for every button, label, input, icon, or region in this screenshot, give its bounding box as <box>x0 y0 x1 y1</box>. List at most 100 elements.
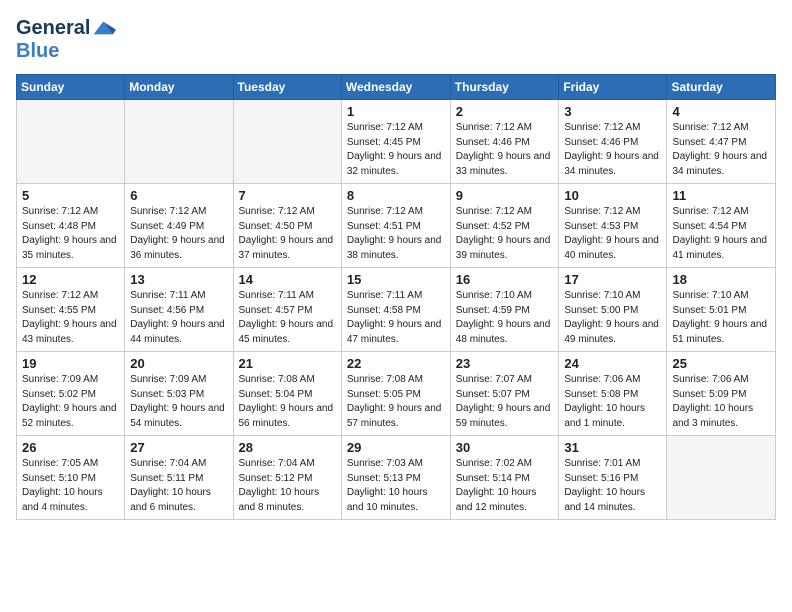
calendar-cell: 13Sunrise: 7:11 AM Sunset: 4:56 PM Dayli… <box>125 268 233 352</box>
calendar-cell: 25 Sunrise: 7:06 AM Sunset: 5:09 PM Dayli… <box>667 352 776 436</box>
day-info: Sunrise: 7:11 AM Sunset: 4:58 PM Dayligh… <box>347 289 445 347</box>
day-number: 3 <box>564 104 661 119</box>
week-row-1: 5 Sunrise: 7:12 AM Sunset: 4:48 PM Daylig… <box>17 184 776 268</box>
day-number: 20 <box>130 356 227 371</box>
day-number: 22 <box>347 356 445 371</box>
day-number: 19 <box>22 356 119 371</box>
week-row-4: 26Sunrise: 7:05 AM Sunset: 5:10 PM Dayli… <box>17 436 776 520</box>
weekday-header-row: SundayMondayTuesdayWednesdayThursdayFrid… <box>17 75 776 100</box>
day-number: 27 <box>130 440 227 455</box>
day-info: Sunrise: 7:12 AM Sunset: 4:52 PM Dayligh… <box>456 205 554 263</box>
day-info: Sunrise: 7:06 AM Sunset: 5:08 PM Dayligh… <box>564 373 661 431</box>
day-number: 1 <box>347 104 445 119</box>
day-number: 9 <box>456 188 554 203</box>
day-info: Sunrise: 7:01 AM Sunset: 5:16 PM Dayligh… <box>564 457 661 515</box>
logo-blue: Blue <box>16 40 59 62</box>
calendar-cell: 19 Sunrise: 7:09 AM Sunset: 5:02 PM Dayli… <box>17 352 125 436</box>
week-row-0: 1 Sunrise: 7:12 AM Sunset: 4:45 PM Daylig… <box>17 100 776 184</box>
calendar-cell: 24 Sunrise: 7:06 AM Sunset: 5:08 PM Dayli… <box>559 352 667 436</box>
day-info: Sunrise: 7:08 AM Sunset: 5:04 PM Dayligh… <box>239 373 336 431</box>
calendar-cell: 5 Sunrise: 7:12 AM Sunset: 4:48 PM Daylig… <box>17 184 125 268</box>
calendar-cell: 30Sunrise: 7:02 AM Sunset: 5:14 PM Dayli… <box>450 436 559 520</box>
day-number: 5 <box>22 188 119 203</box>
day-info: Sunrise: 7:10 AM Sunset: 4:59 PM Dayligh… <box>456 289 554 347</box>
calendar-cell: 2 Sunrise: 7:12 AM Sunset: 4:46 PM Daylig… <box>450 100 559 184</box>
day-number: 28 <box>239 440 336 455</box>
day-number: 17 <box>564 272 661 287</box>
day-info: Sunrise: 7:05 AM Sunset: 5:10 PM Dayligh… <box>22 457 119 515</box>
day-info: Sunrise: 7:12 AM Sunset: 4:49 PM Dayligh… <box>130 205 227 263</box>
day-info: Sunrise: 7:12 AM Sunset: 4:46 PM Dayligh… <box>564 121 661 179</box>
calendar-table: SundayMondayTuesdayWednesdayThursdayFrid… <box>16 74 776 520</box>
calendar-cell: 21 Sunrise: 7:08 AM Sunset: 5:04 PM Dayli… <box>233 352 341 436</box>
calendar-cell: 10 Sunrise: 7:12 AM Sunset: 4:53 PM Dayli… <box>559 184 667 268</box>
day-number: 25 <box>672 356 770 371</box>
week-row-3: 19 Sunrise: 7:09 AM Sunset: 5:02 PM Dayli… <box>17 352 776 436</box>
day-number: 2 <box>456 104 554 119</box>
page-container: General Blue SundayMondayTuesdayWednesda… <box>0 0 792 530</box>
day-info: Sunrise: 7:11 AM Sunset: 4:57 PM Dayligh… <box>239 289 336 347</box>
day-number: 21 <box>239 356 336 371</box>
calendar-cell: 6Sunrise: 7:12 AM Sunset: 4:49 PM Daylig… <box>125 184 233 268</box>
calendar-cell: 3 Sunrise: 7:12 AM Sunset: 4:46 PM Daylig… <box>559 100 667 184</box>
day-number: 4 <box>672 104 770 119</box>
weekday-header-tuesday: Tuesday <box>233 75 341 100</box>
day-info: Sunrise: 7:12 AM Sunset: 4:50 PM Dayligh… <box>239 205 336 263</box>
calendar-cell: 9 Sunrise: 7:12 AM Sunset: 4:52 PM Daylig… <box>450 184 559 268</box>
day-info: Sunrise: 7:07 AM Sunset: 5:07 PM Dayligh… <box>456 373 554 431</box>
calendar-cell <box>233 100 341 184</box>
calendar-cell: 23 Sunrise: 7:07 AM Sunset: 5:07 PM Dayli… <box>450 352 559 436</box>
calendar-cell <box>125 100 233 184</box>
day-number: 18 <box>672 272 770 287</box>
calendar-cell: 29 Sunrise: 7:03 AM Sunset: 5:13 PM Dayli… <box>341 436 450 520</box>
weekday-header-saturday: Saturday <box>667 75 776 100</box>
calendar-cell: 14 Sunrise: 7:11 AM Sunset: 4:57 PM Dayli… <box>233 268 341 352</box>
day-info: Sunrise: 7:04 AM Sunset: 5:11 PM Dayligh… <box>130 457 227 515</box>
calendar-cell: 20Sunrise: 7:09 AM Sunset: 5:03 PM Dayli… <box>125 352 233 436</box>
day-number: 11 <box>672 188 770 203</box>
day-info: Sunrise: 7:04 AM Sunset: 5:12 PM Dayligh… <box>239 457 336 515</box>
calendar-cell: 15 Sunrise: 7:11 AM Sunset: 4:58 PM Dayli… <box>341 268 450 352</box>
day-info: Sunrise: 7:12 AM Sunset: 4:46 PM Dayligh… <box>456 121 554 179</box>
day-number: 30 <box>456 440 554 455</box>
weekday-header-friday: Friday <box>559 75 667 100</box>
day-number: 15 <box>347 272 445 287</box>
calendar-cell: 26Sunrise: 7:05 AM Sunset: 5:10 PM Dayli… <box>17 436 125 520</box>
day-info: Sunrise: 7:03 AM Sunset: 5:13 PM Dayligh… <box>347 457 445 515</box>
day-info: Sunrise: 7:10 AM Sunset: 5:01 PM Dayligh… <box>672 289 770 347</box>
calendar-cell: 22 Sunrise: 7:08 AM Sunset: 5:05 PM Dayli… <box>341 352 450 436</box>
day-number: 8 <box>347 188 445 203</box>
day-info: Sunrise: 7:12 AM Sunset: 4:53 PM Dayligh… <box>564 205 661 263</box>
logo-text: General <box>16 17 90 39</box>
day-info: Sunrise: 7:10 AM Sunset: 5:00 PM Dayligh… <box>564 289 661 347</box>
day-number: 14 <box>239 272 336 287</box>
day-info: Sunrise: 7:08 AM Sunset: 5:05 PM Dayligh… <box>347 373 445 431</box>
logo: General Blue <box>16 16 116 62</box>
calendar-cell: 31 Sunrise: 7:01 AM Sunset: 5:16 PM Dayli… <box>559 436 667 520</box>
day-number: 13 <box>130 272 227 287</box>
logo-icon <box>92 16 116 40</box>
day-number: 29 <box>347 440 445 455</box>
day-info: Sunrise: 7:06 AM Sunset: 5:09 PM Dayligh… <box>672 373 770 431</box>
page-header: General Blue <box>16 16 776 62</box>
calendar-cell: 7 Sunrise: 7:12 AM Sunset: 4:50 PM Daylig… <box>233 184 341 268</box>
day-number: 12 <box>22 272 119 287</box>
calendar-cell: 11Sunrise: 7:12 AM Sunset: 4:54 PM Dayli… <box>667 184 776 268</box>
weekday-header-sunday: Sunday <box>17 75 125 100</box>
day-info: Sunrise: 7:09 AM Sunset: 5:02 PM Dayligh… <box>22 373 119 431</box>
day-info: Sunrise: 7:12 AM Sunset: 4:55 PM Dayligh… <box>22 289 119 347</box>
calendar-cell: 4Sunrise: 7:12 AM Sunset: 4:47 PM Daylig… <box>667 100 776 184</box>
calendar-cell: 18 Sunrise: 7:10 AM Sunset: 5:01 PM Dayli… <box>667 268 776 352</box>
day-number: 16 <box>456 272 554 287</box>
day-number: 23 <box>456 356 554 371</box>
day-number: 31 <box>564 440 661 455</box>
calendar-cell: 1 Sunrise: 7:12 AM Sunset: 4:45 PM Daylig… <box>341 100 450 184</box>
day-number: 7 <box>239 188 336 203</box>
day-info: Sunrise: 7:12 AM Sunset: 4:48 PM Dayligh… <box>22 205 119 263</box>
weekday-header-thursday: Thursday <box>450 75 559 100</box>
day-number: 24 <box>564 356 661 371</box>
day-number: 10 <box>564 188 661 203</box>
day-info: Sunrise: 7:12 AM Sunset: 4:51 PM Dayligh… <box>347 205 445 263</box>
day-info: Sunrise: 7:12 AM Sunset: 4:45 PM Dayligh… <box>347 121 445 179</box>
calendar-cell: 17 Sunrise: 7:10 AM Sunset: 5:00 PM Dayli… <box>559 268 667 352</box>
